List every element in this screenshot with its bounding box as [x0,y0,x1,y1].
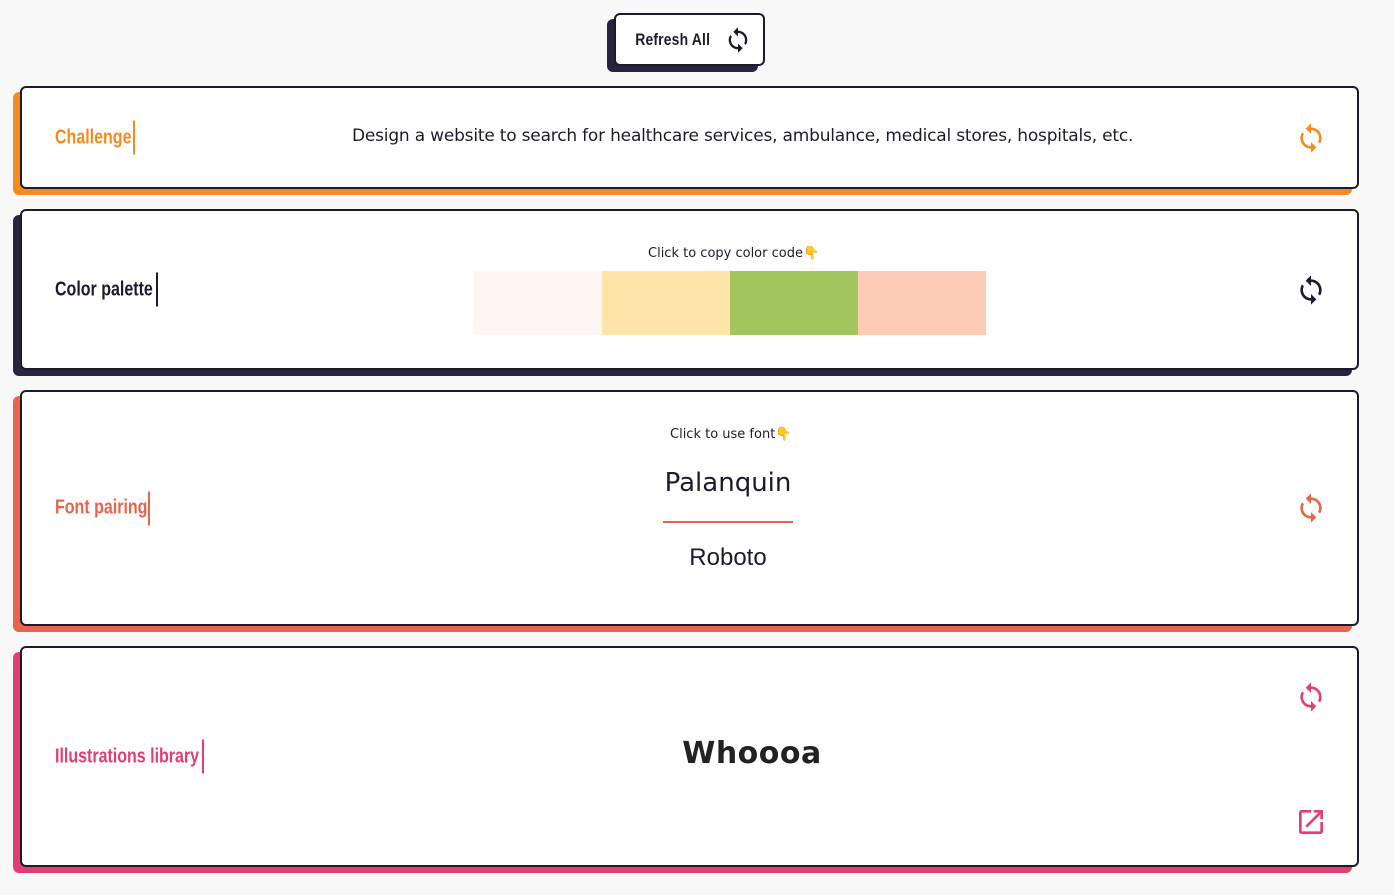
illustration-library-name: Whoooa [682,736,822,771]
color-swatch[interactable] [602,271,730,335]
color-swatches [474,271,986,335]
title-divider [202,739,204,774]
color-swatch[interactable] [474,271,602,335]
illustrations-title-label: Illustrations library [55,745,200,767]
challenge-text: Design a website to search for healthcar… [352,126,1134,146]
refresh-all-button[interactable]: Refresh All [614,13,765,66]
font-pairing-title-label: Font pairing [55,496,148,519]
title-divider [156,272,158,307]
refresh-icon[interactable] [1295,274,1327,306]
title-divider [133,120,135,155]
challenge-card: Challenge Design a website to search for… [20,86,1359,189]
external-link-icon[interactable] [1295,806,1327,838]
color-swatch[interactable] [858,271,986,335]
primary-font-option[interactable]: Palanquin [662,468,794,498]
refresh-icon[interactable] [1295,681,1327,713]
font-pairing-title: Font pairing [55,491,171,525]
refresh-all-label: Refresh All [635,29,710,49]
illustrations-card: Illustrations library Whoooa [20,646,1359,867]
secondary-font-option[interactable]: Roboto [662,544,794,572]
font-pairing-card: Font pairing Click to use font👇 Palanqui… [20,390,1359,626]
color-swatch[interactable] [730,271,858,335]
palette-title: Color palette [55,272,177,307]
illustrations-title: Illustrations library [55,739,235,774]
font-divider [663,521,793,523]
refresh-icon [728,26,748,53]
challenge-title: Challenge [55,120,151,155]
palette-hint: Click to copy color code👇 [648,246,820,261]
refresh-icon[interactable] [1295,122,1327,154]
challenge-title-label: Challenge [55,126,132,148]
refresh-icon[interactable] [1295,492,1327,524]
font-hint: Click to use font👇 [670,427,792,442]
palette-card: Color palette Click to copy color code👇 [20,209,1359,370]
title-divider [148,491,150,525]
palette-title-label: Color palette [55,278,153,300]
